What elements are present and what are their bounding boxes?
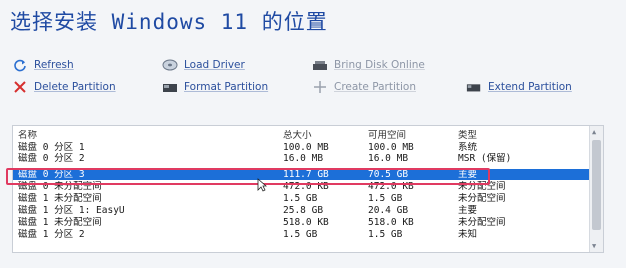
refresh-label: Refresh (34, 59, 74, 71)
plus-icon (312, 80, 328, 94)
partition-table: 名称 总大小 可用空间 类型 磁盘 0 分区 1 100.0 MB 100.0 … (12, 125, 604, 253)
header-name: 名称 (18, 130, 38, 141)
delete-partition-label: Delete Partition (34, 81, 116, 93)
scroll-up-icon[interactable]: ▲ (592, 128, 596, 136)
partition-total: 1.5 GB (283, 229, 318, 240)
partition-free: 1.5 GB (368, 193, 403, 204)
partition-free: 70.5 GB (368, 169, 409, 180)
table-row[interactable]: 磁盘 1 分区 1: EasyU 25.8 GB 20.4 GB 主要 (13, 205, 589, 216)
partition-name: 磁盘 0 未分配空间 (18, 181, 102, 192)
bring-disk-online-label: Bring Disk Online (334, 59, 425, 71)
bring-disk-online-button[interactable]: Bring Disk Online (312, 58, 425, 72)
page-title: 选择安装 Windows 11 的位置 (10, 10, 328, 34)
extend-partition-button[interactable]: Extend Partition (466, 80, 572, 94)
table-row[interactable]: 磁盘 1 未分配空间 1.5 GB 1.5 GB 未分配空间 (13, 193, 589, 204)
partition-total: 25.8 GB (283, 205, 324, 216)
delete-x-icon (12, 80, 28, 94)
create-partition-label: Create Partition (334, 81, 416, 93)
partition-name: 磁盘 0 分区 3 (18, 169, 85, 180)
extend-disk-icon (466, 80, 482, 94)
partition-type: 未知 (458, 229, 478, 240)
partition-type: 未分配空间 (458, 193, 506, 204)
table-row[interactable]: 磁盘 1 分区 2 1.5 GB 1.5 GB 未知 (13, 229, 589, 240)
extend-partition-label: Extend Partition (488, 81, 572, 93)
partition-free: 20.4 GB (368, 205, 409, 216)
partition-total: 100.0 MB (283, 142, 329, 153)
table-row[interactable]: 磁盘 0 分区 2 16.0 MB 16.0 MB MSR (保留) (13, 153, 589, 164)
partition-type: MSR (保留) (458, 153, 512, 164)
table-header: 名称 总大小 可用空间 类型 (13, 130, 589, 141)
format-disk-icon (162, 80, 178, 94)
format-partition-label: Format Partition (184, 81, 269, 93)
refresh-button[interactable]: Refresh (12, 58, 74, 72)
format-partition-button[interactable]: Format Partition (162, 80, 268, 94)
partition-type: 系统 (458, 142, 478, 153)
create-partition-button[interactable]: Create Partition (312, 80, 416, 94)
partition-total: 1.5 GB (283, 193, 318, 204)
delete-partition-button[interactable]: Delete Partition (12, 80, 116, 94)
partition-name: 磁盘 0 分区 1 (18, 142, 85, 153)
partition-total: 472.0 KB (283, 181, 329, 192)
table-scrollbar[interactable]: ▲ ▼ (589, 126, 603, 252)
header-type: 类型 (458, 130, 478, 141)
partition-type: 主要 (458, 205, 478, 216)
refresh-icon (12, 58, 28, 72)
load-driver-button[interactable]: Load Driver (162, 58, 245, 72)
disk-drive-icon (312, 58, 328, 72)
scroll-thumb[interactable] (592, 140, 601, 230)
partition-total: 518.0 KB (283, 217, 329, 228)
partition-free: 472.0 KB (368, 181, 414, 192)
header-free-space: 可用空间 (368, 130, 407, 141)
table-row[interactable]: 磁盘 0 未分配空间 472.0 KB 472.0 KB 未分配空间 (13, 181, 589, 192)
partition-name: 磁盘 1 分区 2 (18, 229, 85, 240)
partition-type: 未分配空间 (458, 217, 506, 228)
header-total-size: 总大小 (283, 130, 312, 141)
partition-type: 未分配空间 (458, 181, 506, 192)
partition-name: 磁盘 1 分区 1: EasyU (18, 205, 125, 216)
partition-name: 磁盘 0 分区 2 (18, 153, 85, 164)
load-driver-label: Load Driver (184, 59, 245, 71)
partition-type: 主要 (458, 169, 478, 180)
partition-name: 磁盘 1 未分配空间 (18, 217, 102, 228)
disc-icon (162, 58, 178, 72)
partition-total: 16.0 MB (283, 153, 324, 164)
partition-free: 16.0 MB (368, 153, 409, 164)
mouse-cursor-icon (257, 177, 268, 196)
partition-name: 磁盘 1 未分配空间 (18, 193, 102, 204)
partition-free: 518.0 KB (368, 217, 414, 228)
partition-total: 111.7 GB (283, 169, 329, 180)
table-row[interactable]: 磁盘 0 分区 1 100.0 MB 100.0 MB 系统 (13, 142, 589, 153)
partition-free: 1.5 GB (368, 229, 403, 240)
table-row-selected[interactable]: 磁盘 0 分区 3 111.7 GB 70.5 GB 主要 (13, 169, 589, 180)
table-row[interactable]: 磁盘 1 未分配空间 518.0 KB 518.0 KB 未分配空间 (13, 217, 589, 228)
partition-free: 100.0 MB (368, 142, 414, 153)
scroll-down-icon[interactable]: ▼ (592, 242, 596, 250)
